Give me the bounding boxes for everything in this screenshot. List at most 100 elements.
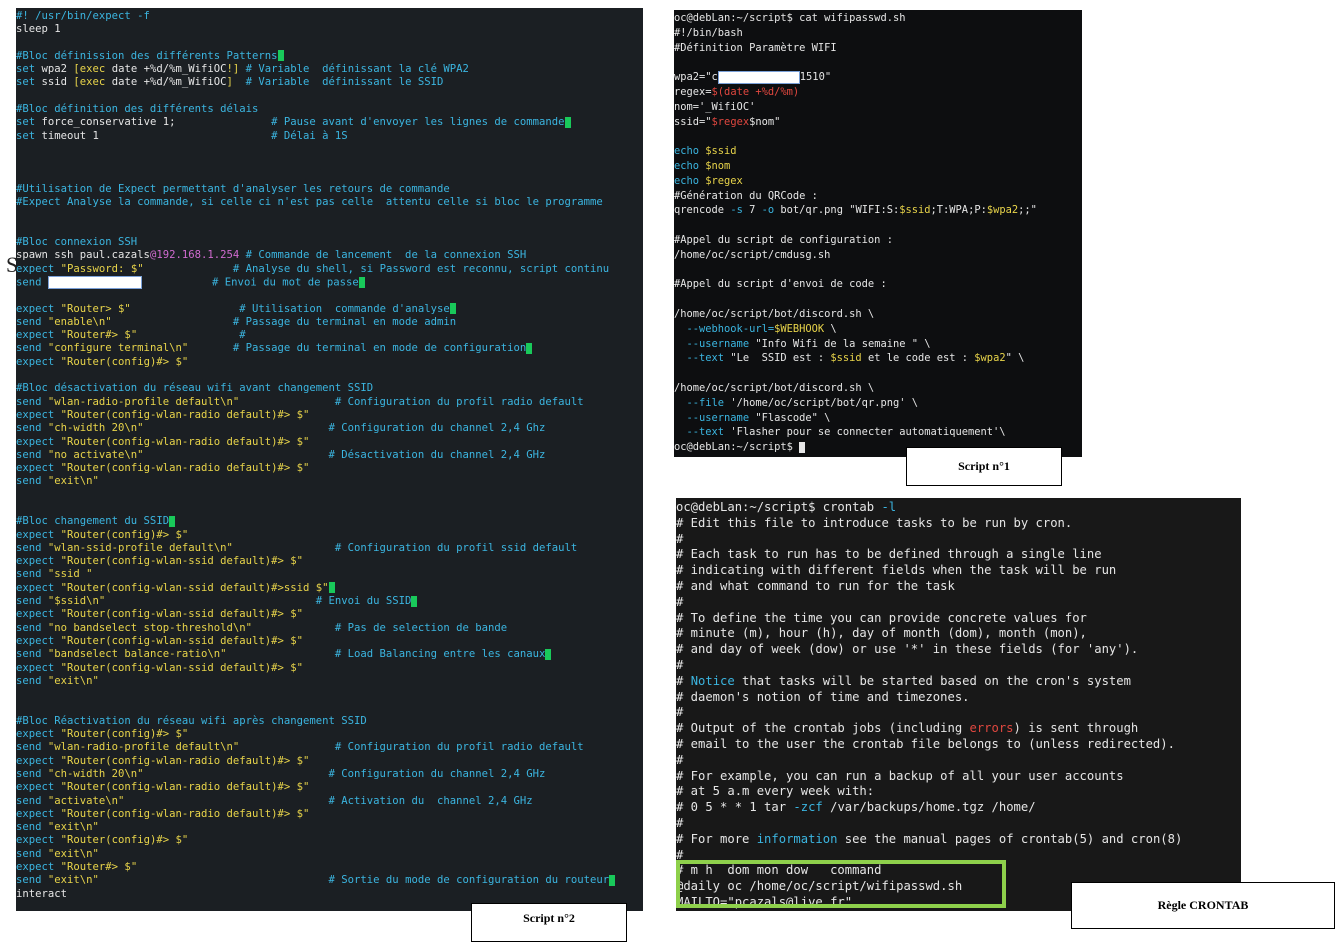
script2-line: expect "Router(config)#> $" [16,834,643,847]
script2-line: expect "Router(config)#> $" [16,356,643,369]
code-token: "wlan-radio-profile default\n" [47,741,240,754]
code-token: --username [674,411,756,424]
code-token: "Router(config-wlan-ssid default)#>ssid … [60,581,329,594]
script2-line: set ssid [exec date +%d/%m_WifiOC] # Var… [16,76,643,89]
code-token: $regex [711,115,750,128]
code-token: oc@debLan:~/script$ [674,441,800,454]
code-token: set [16,63,42,76]
code-token: send [16,541,48,554]
code-token: # Activation du channel 2,4 GHz [124,794,533,807]
code-token: # email to the user the crontab file bel… [676,736,1175,751]
code-token: "Info [755,337,793,350]
code-token: et le code est : [861,352,975,365]
code-token: #Bloc désactivation du réseau wifi avant… [16,382,374,395]
code-token: ) is sent through [1013,721,1139,736]
code-token: "configure terminal\n" [47,342,189,355]
expect-script-terminal: #! /usr/bin/expect -f sleep 1 #Bloc défini… [16,8,643,911]
code-token: $regex [705,174,743,187]
code-token: # Variable définissant le SSID [239,76,444,89]
script2-line: send "enable\n" # Passage du terminal en… [16,316,643,329]
code-token: # Passage du terminal en mode de configu… [188,342,527,355]
code-token: " \ [1005,352,1025,365]
code-token: Notice [690,673,735,688]
crontab-line: # at 5 a.m every week with: [676,784,1241,800]
code-token: "no bandselect stop-threshold\n" [47,621,252,634]
script1-line: --file '/home/oc/script/bot/qr.png' \ [674,396,1082,411]
script1-line: oc@debLan:~/script$ cat wifipasswd.sh [674,11,1082,26]
code-token: send [16,342,48,355]
script2-line: sleep 1 [16,23,643,36]
code-token: /home/oc/script/bot/discord.sh \ [674,381,875,394]
script1-line: wpa2="c 1510" [674,70,1082,85]
code-token: timeout 1 [41,129,99,142]
code-token: expect [16,329,61,342]
code-token: expect [16,608,61,621]
code-token: # Configuration du channel 2,4 GHz [143,767,546,780]
crontab-terminal: oc@debLan:~/script$ crontab -l # Edit thi… [676,498,1241,911]
script1-line: qrencode -s 7 -o bot/qr.png "WIFI:S:$ssi… [674,203,1082,218]
script2-line: set wpa2 [exec date +%d/%m_WifiOC!] # Va… [16,63,643,76]
code-token: nom='_WifiOC' [674,100,756,113]
code-token: "Le SSID est : [730,352,831,365]
script1-line: --text 'Flasher pour se connecter automa… [674,425,1082,440]
code-token: "Router(config-wlan-ssid default)#> $" [60,555,304,568]
code-token: #!/bin/bash [674,26,743,39]
code-token: "wlan-radio-profile default\n" [47,395,240,408]
code-token: "exit\n" [47,821,99,834]
script2-line [16,489,643,502]
code-token: send [16,674,48,687]
code-token: expect [16,861,61,873]
code-token: send [16,448,48,461]
script2-line [16,369,643,382]
code-token: ;T:WPA;P: [930,204,987,217]
code-token: send [16,595,48,608]
code-token: # To define the time you can provide con… [676,610,1087,625]
crontab-line: # and day of week (dow) or use '*' in th… [676,642,1241,658]
code-token: "Router(config)#> $" [60,834,189,847]
code-token: expect [16,634,61,647]
code-token: -zcf [793,800,823,815]
code-token: expect [16,528,61,541]
code-token: #Définition Paramètre WIFI [674,41,837,54]
script2-line: #Bloc changement du SSID [16,515,643,528]
code-token: 7 [749,204,762,217]
code-token: "Router(config-wlan-ssid default)#> $" [60,608,304,621]
cursor-marker [169,515,176,527]
script1-line: echo $nom [674,159,1082,174]
code-token: expect [16,408,61,421]
script2-line: expect "Router(config-wlan-radio default… [16,781,643,794]
code-token: expect [16,754,61,767]
script2-line: #! /usr/bin/expect -f [16,10,643,23]
code-token: ssid=" [674,115,712,128]
crontab-line: # indicating with different fields when … [676,563,1241,579]
script1-line [674,129,1082,144]
code-token: # Commande de lancement de la connexion … [239,249,527,262]
code-token: "ch-width 20\n" [47,767,144,780]
cursor-marker [277,50,284,62]
code-token: -l [881,500,897,514]
code-token: send [16,794,48,807]
script1-line: /home/oc/script/cmdusg.sh [674,248,1082,263]
script2-line: expect "Password: $" # Analyse du shell,… [16,263,643,276]
code-token: send [16,395,48,408]
code-token: # and day of week (dow) or use '*' in th… [676,642,1139,657]
script2-line [16,688,643,701]
crontab-rule-highlight [676,860,1006,908]
cursor-marker [609,874,616,886]
script1-line: #Génération du QRCode : [674,189,1082,204]
code-token: regex= [674,85,712,98]
code-token: # Analyse du shell, si Password est reco… [143,262,610,275]
script1-line [674,263,1082,278]
crontab-line: # and what command to run for the task [676,579,1241,595]
code-token: "exit\n" [47,874,99,887]
terminal-cursor [799,441,806,453]
code-token: $ssid [899,204,931,217]
code-token: oc@debLan:~/script$ crontab [676,500,882,514]
code-token: expect [16,462,61,475]
code-token: wpa2="c [674,71,718,84]
code-token: date +%d/%m_WifiOC [111,63,227,76]
code-token: --file [674,396,731,409]
script2-line: send "exit\n" [16,848,643,861]
code-token: # Configuration du profil ssid default [232,541,578,554]
code-token: expect [16,834,61,847]
